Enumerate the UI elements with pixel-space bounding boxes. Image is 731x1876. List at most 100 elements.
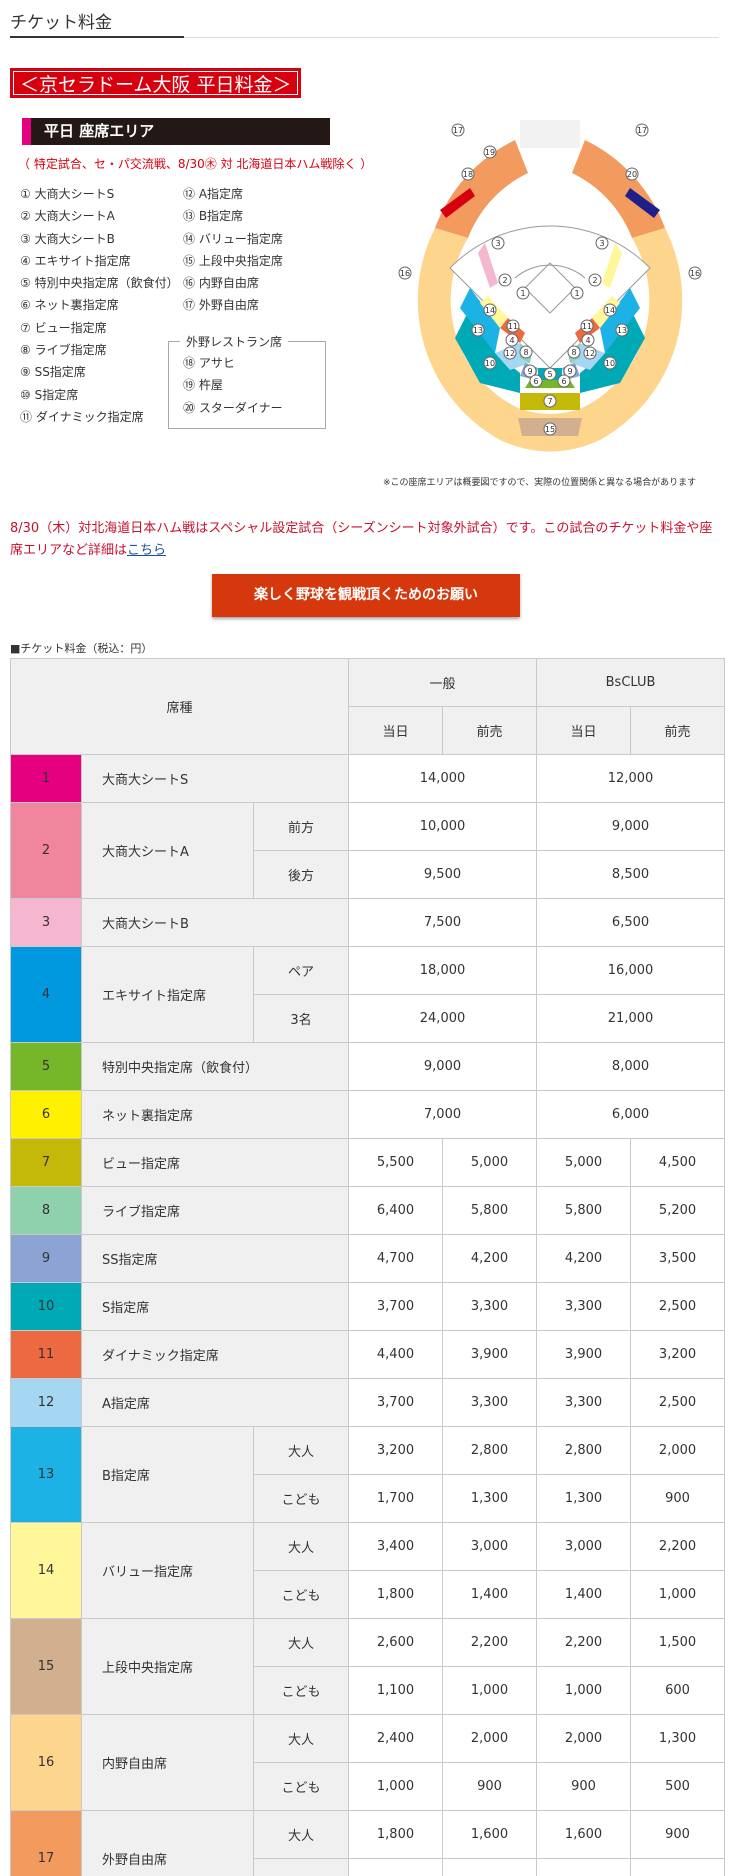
manners-request-button[interactable]: 楽しく野球を観戦頂くためのお願い (212, 574, 520, 617)
seat-name-cell: 外野自由席 (81, 1810, 254, 1876)
price-cell: 2,000 (442, 1714, 538, 1763)
map-label: 13 (473, 326, 483, 335)
seat-number-cell: 15 (10, 1618, 82, 1715)
price-cell: 1,400 (442, 1570, 538, 1619)
header-advance: 前売 (442, 706, 538, 755)
price-cell: 2,000 (536, 1714, 632, 1763)
price-cell: 3,400 (348, 1522, 444, 1571)
legend-column-2: ⑫ A指定席 ⑬ B指定席 ⑭ バリュー指定席 ⑮ 上段中央指定席 ⑯ 内野自由… (183, 183, 283, 317)
price-cell: 1,000 (348, 1762, 444, 1811)
map-label: 19 (485, 148, 495, 157)
price-cell: 1,100 (348, 1666, 444, 1715)
seat-name-cell: B指定席 (81, 1426, 254, 1523)
table-row: 5 特別中央指定席（飲食付） 9,000 8,000 (10, 1042, 726, 1091)
title-underline (10, 36, 184, 38)
price-cell: 9,000 (536, 802, 726, 851)
price-cell: 2,600 (348, 1618, 444, 1667)
seat-number-cell: 12 (10, 1378, 82, 1427)
legend-item: ⑧ ライブ指定席 (20, 343, 107, 358)
legend-item: ② 大商大シートA (20, 209, 115, 224)
price-table-caption: ■チケット料金（税込：円） (10, 642, 153, 655)
price-cell: 2,500 (630, 1378, 726, 1427)
seat-name-cell: 大商大シートS (80, 754, 350, 803)
map-label: 16 (690, 269, 700, 278)
map-label: 12 (585, 349, 595, 358)
seat-name-cell: ビュー指定席 (80, 1138, 350, 1187)
seat-number-cell: 5 (10, 1042, 82, 1091)
seat-area-note: （ 特定試合、セ・パ交流戦、8/30㊍ 対 北海道日本ハム戦除く ） (18, 157, 373, 171)
price-cell: 900 (442, 1762, 538, 1811)
price-cell: 2,400 (348, 1714, 444, 1763)
price-cell: 1,300 (442, 1474, 538, 1523)
sub-type-cell: 大人 (252, 1714, 350, 1763)
sub-type-cell: こども (252, 1858, 350, 1876)
table-row: 3 大商大シートB 7,500 6,500 (10, 898, 726, 947)
title-rule (184, 37, 719, 38)
price-cell: 3,900 (536, 1330, 632, 1379)
price-cell: 400 (630, 1858, 726, 1876)
seat-number-cell: 9 (10, 1234, 82, 1283)
price-cell: 10,000 (348, 802, 538, 851)
price-cell: 9,500 (348, 850, 538, 899)
table-row: 7 ビュー指定席 5,500 5,000 5,000 4,500 (10, 1138, 726, 1187)
seat-number-cell: 3 (10, 898, 82, 947)
legend-item: ⑪ ダイナミック指定席 (20, 409, 144, 424)
page-title: チケット料金 (10, 13, 112, 33)
map-label: 17 (637, 126, 647, 135)
seat-number-cell: 2 (10, 802, 82, 899)
sub-type-cell: 前方 (252, 802, 350, 851)
price-table: 席種 一般 BsCLUB 当日 前売 当日 前売 1 大商大シートS 14,000 1… (9, 658, 726, 1876)
map-label: 20 (627, 170, 637, 179)
sub-type-cell: こども (252, 1474, 350, 1523)
special-game-notice: 8/30（木）対北海道日本ハム戦はスペシャル設定試合（シーズンシート対象外試合）… (10, 518, 722, 562)
legend-item: ⑫ A指定席 (183, 187, 244, 201)
price-cell: 700 (348, 1858, 444, 1876)
price-cell: 4,700 (348, 1234, 444, 1283)
price-cell: 6,500 (536, 898, 726, 947)
map-label: 5 (547, 370, 552, 379)
seat-area-heading: 平日 座席エリア (22, 118, 330, 145)
price-cell: 600 (630, 1666, 726, 1715)
legend-item: ⑬ B指定席 (183, 209, 244, 224)
price-cell: 2,200 (442, 1618, 538, 1667)
price-cell: 3,300 (536, 1282, 632, 1331)
notice-text: 8/30（木）対北海道日本ハム戦はスペシャル設定試合（シーズンシート対象外試合）… (10, 521, 713, 558)
legend-item: ④ エキサイト指定席 (20, 253, 131, 268)
map-label: 16 (400, 269, 410, 278)
price-cell: 900 (536, 1762, 632, 1811)
price-cell: 5,200 (630, 1186, 726, 1235)
price-cell: 3,300 (536, 1378, 632, 1427)
sub-type-cell: 大人 (252, 1618, 350, 1667)
legend-item: ⑭ バリュー指定席 (183, 231, 283, 246)
price-cell: 6,000 (536, 1090, 726, 1139)
price-cell: 1,600 (442, 1810, 538, 1859)
map-zone-17-left (435, 140, 528, 238)
map-label: 6 (533, 377, 538, 386)
sub-type-cell: 大人 (252, 1810, 350, 1859)
seat-number-cell: 14 (10, 1522, 82, 1619)
table-row: 4 エキサイト指定席 ペア 18,000 16,000 (10, 946, 726, 1043)
notice-link[interactable]: こちら (127, 543, 166, 558)
map-label: 13 (617, 326, 627, 335)
price-cell: 3,300 (442, 1378, 538, 1427)
seat-number-cell: 4 (10, 946, 82, 1043)
price-cell: 4,200 (536, 1234, 632, 1283)
seat-name-cell: バリュー指定席 (81, 1522, 254, 1619)
price-cell: 5,800 (536, 1186, 632, 1235)
map-label: 2 (592, 276, 597, 285)
price-cell: 1,800 (348, 1810, 444, 1859)
map-label: 3 (495, 239, 500, 248)
legend-item: ① 大商大シートS (20, 187, 115, 201)
price-cell: 500 (630, 1762, 726, 1811)
map-label: 8 (523, 348, 528, 357)
seat-name-cell: 特別中央指定席（飲食付） (80, 1042, 350, 1091)
legend-item: ③ 大商大シートB (20, 231, 115, 246)
seat-number-cell: 6 (10, 1090, 82, 1139)
legend-column-1: ① 大商大シートS ② 大商大シートA ③ 大商大シートB ④ エキサイト指定席… (20, 183, 179, 428)
seat-number-cell: 13 (10, 1426, 82, 1523)
price-cell: 8,000 (536, 1042, 726, 1091)
price-cell: 1,000 (536, 1666, 632, 1715)
map-screen (520, 120, 580, 148)
header-seat-type: 席種 (9, 658, 350, 755)
price-cell: 18,000 (348, 946, 538, 995)
